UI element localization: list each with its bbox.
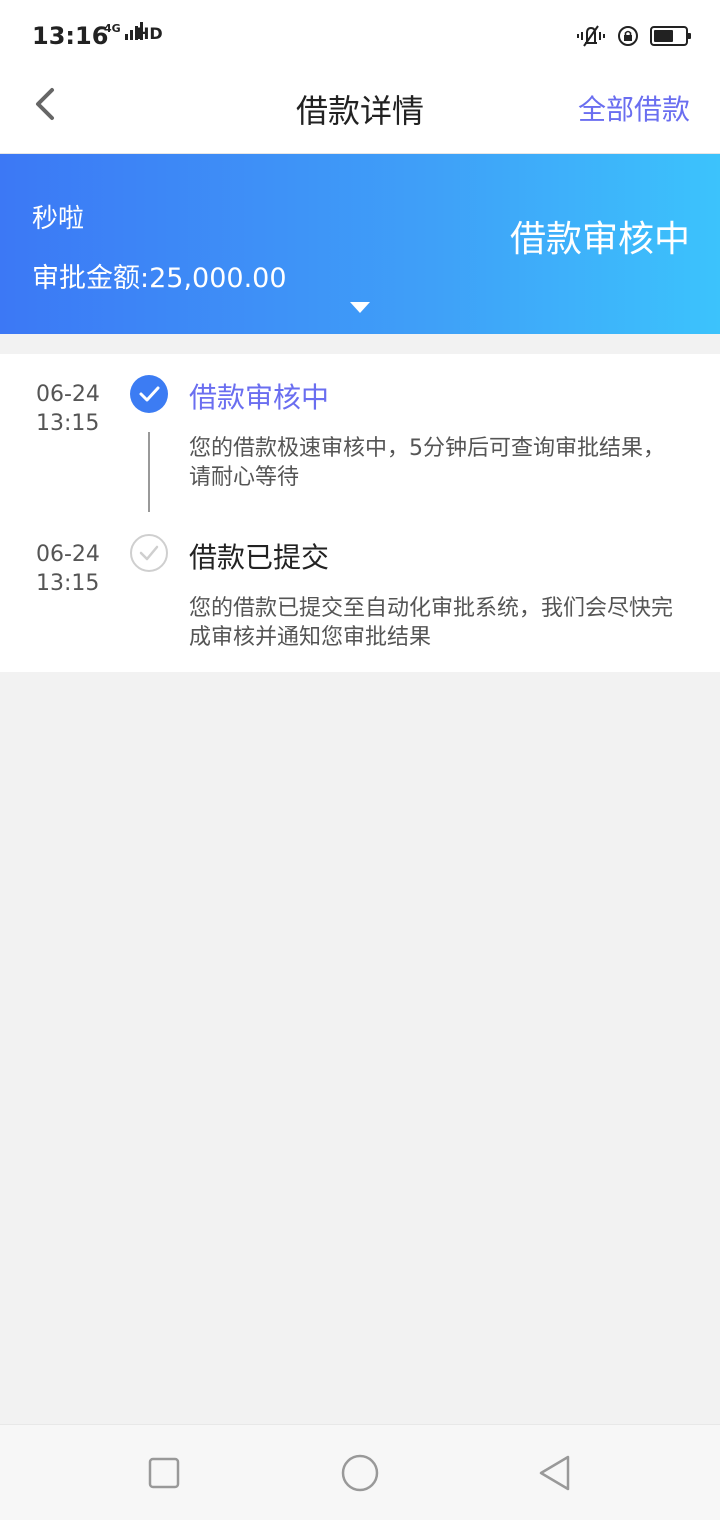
timeline-connector bbox=[148, 432, 150, 512]
status-time: 13:16 bbox=[32, 22, 109, 50]
navigation-header: 借款详情 全部借款 bbox=[0, 72, 720, 154]
recent-apps-icon[interactable] bbox=[142, 1451, 186, 1495]
loan-summary-banner: 秒啦 审批金额:25,000.00 借款审核中 bbox=[0, 154, 720, 334]
vibrate-icon bbox=[577, 25, 605, 47]
timeline-date: 06-24 13:15 bbox=[36, 380, 100, 438]
timeline-date-day: 06-24 bbox=[36, 542, 100, 567]
status-icons bbox=[576, 24, 691, 48]
status-bar: 13:16 4G HD bbox=[0, 0, 720, 72]
timeline-date-time: 13:15 bbox=[36, 571, 100, 596]
rotation-lock-icon bbox=[618, 26, 638, 46]
timeline-title: 借款审核中 bbox=[189, 381, 330, 414]
timeline-date: 06-24 13:15 bbox=[36, 540, 100, 598]
timeline-description: 您的借款极速审核中，5分钟后可查询审批结果，请耐心等待 bbox=[189, 436, 665, 490]
timeline-title: 借款已提交 bbox=[189, 541, 330, 574]
product-name: 秒啦 bbox=[32, 204, 85, 234]
all-loans-link[interactable]: 全部借款 bbox=[578, 88, 690, 128]
loan-timeline: 06-24 13:15 借款审核中 您的借款极速审核中，5分钟后可查询审批结果，… bbox=[0, 354, 720, 672]
hd-call-icon: HD bbox=[136, 24, 163, 43]
timeline-date-day: 06-24 bbox=[36, 382, 100, 407]
home-icon[interactable] bbox=[338, 1451, 382, 1495]
caret-down-icon[interactable] bbox=[350, 302, 370, 313]
check-circle-filled-icon bbox=[130, 375, 168, 413]
timeline-date-time: 13:15 bbox=[36, 411, 100, 436]
battery-icon bbox=[650, 26, 691, 46]
check-circle-outline-icon bbox=[130, 534, 168, 572]
system-navigation-bar bbox=[0, 1424, 720, 1520]
network-type-label: 4G bbox=[104, 22, 121, 35]
timeline-description: 您的借款已提交至自动化审批系统，我们会尽快完成审核并通知您审批结果 bbox=[189, 596, 674, 650]
back-triangle-icon[interactable] bbox=[534, 1451, 578, 1495]
approval-amount: 审批金额:25,000.00 bbox=[32, 263, 287, 294]
loan-status: 借款审核中 bbox=[509, 219, 690, 260]
